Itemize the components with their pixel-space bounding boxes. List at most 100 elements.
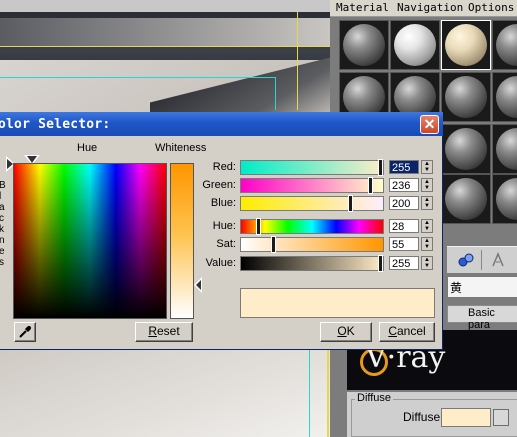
ok-accel: O [337, 324, 347, 338]
diffuse-map-button[interactable] [493, 409, 509, 426]
value-slider[interactable] [240, 255, 384, 272]
material-type-label: Basic para [468, 307, 495, 331]
value-label: Value: [205, 257, 236, 269]
material-slot[interactable] [492, 174, 517, 224]
hue-blackness-field[interactable] [13, 163, 167, 319]
hue-value-label: Hue: [212, 220, 236, 232]
blue-label: Blue: [210, 197, 236, 209]
viewport-guide-line [0, 77, 275, 78]
green-slider[interactable] [240, 177, 384, 194]
red-slider[interactable] [240, 159, 384, 176]
material-sphere [496, 128, 517, 170]
material-slot[interactable] [492, 20, 517, 70]
material-sphere [445, 76, 487, 118]
value-spinner[interactable]: ▲ ▼ [421, 256, 433, 270]
green-label: Green: [202, 179, 236, 191]
hue-slider[interactable] [240, 218, 384, 235]
material-name-field[interactable]: 黄 [447, 276, 517, 298]
material-editor-toolbar [447, 246, 517, 273]
red-spinner[interactable]: ▲ ▼ [421, 160, 433, 174]
reset-accel: R [148, 324, 157, 338]
sat-slider-knob[interactable] [271, 236, 276, 253]
sat-value-field[interactable]: 55 [389, 237, 419, 251]
diffuse-group-label: Diffuse [355, 392, 394, 404]
material-sphere [394, 24, 436, 66]
blackness-letter: n [0, 235, 5, 246]
blackness-letter: B [0, 180, 6, 191]
blackness-letter: c [0, 213, 4, 224]
viewport-frame-line [0, 46, 330, 47]
red-slider-knob[interactable] [378, 159, 383, 176]
green-value-field[interactable]: 236 [389, 178, 419, 192]
green-spinner[interactable]: ▲ ▼ [421, 178, 433, 192]
hue-spinner[interactable]: ▲ ▼ [421, 219, 433, 233]
eyedropper-button[interactable] [14, 322, 36, 342]
hue-label: Hue [77, 142, 98, 154]
sat-spinner[interactable]: ▲ ▼ [421, 237, 433, 251]
material-slot[interactable] [441, 124, 491, 174]
viewport-frame-line [297, 12, 298, 110]
material-sphere [496, 24, 517, 66]
close-button[interactable]: ✕ [420, 115, 439, 134]
viewport-frame-line [327, 350, 329, 437]
blackness-letter: s [0, 257, 4, 268]
material-sphere [445, 178, 487, 220]
material-sphere [445, 128, 487, 170]
cancel-accel: C [388, 324, 397, 338]
menu-navigation[interactable]: Navigation [397, 1, 463, 14]
red-value-field[interactable]: 255 [389, 160, 419, 174]
material-sphere [496, 76, 517, 118]
reset-label: eset [156, 324, 180, 338]
go-to-parent-icon[interactable] [489, 251, 507, 269]
blackness-gradient [14, 164, 166, 318]
value-slider-knob[interactable] [378, 255, 383, 272]
viewport-guide-line [275, 77, 276, 110]
blackness-letter: k [0, 224, 4, 235]
blue-spinner[interactable]: ▲ ▼ [421, 196, 433, 210]
hue-value-field[interactable]: 28 [389, 219, 419, 233]
menu-options[interactable]: Options [468, 1, 514, 14]
sat-label: Sat: [216, 238, 236, 250]
ok-label: K [346, 324, 355, 338]
material-slot[interactable] [492, 124, 517, 174]
sat-slider[interactable] [240, 236, 384, 253]
whiteness-label: Whiteness [155, 142, 207, 154]
blue-slider-knob[interactable] [348, 195, 353, 212]
blackness-letter: a [0, 202, 5, 213]
blue-value-field[interactable]: 200 [389, 196, 419, 210]
material-slot[interactable] [441, 174, 491, 224]
material-name-value: 黄 [450, 281, 463, 295]
close-icon: ✕ [423, 116, 436, 132]
diffuse-color-swatch[interactable] [441, 408, 491, 427]
eyedropper-icon [19, 326, 31, 338]
diffuse-label: Diffuse [403, 410, 441, 424]
material-sphere [343, 24, 385, 66]
material-sphere [496, 178, 517, 220]
material-slot[interactable] [339, 20, 389, 70]
material-type-button[interactable]: Basic para [447, 305, 517, 331]
green-slider-knob[interactable] [368, 177, 373, 194]
cancel-button[interactable]: Cancel [379, 322, 435, 342]
value-value-field[interactable]: 255 [389, 256, 419, 270]
assign-material-icon[interactable] [457, 252, 475, 268]
toolbar-divider [481, 250, 482, 270]
reset-button[interactable]: Reset [135, 322, 193, 342]
menu-material[interactable]: Material [336, 1, 389, 14]
hue-slider-knob[interactable] [256, 218, 261, 235]
dialog-title: olor Selector: [0, 117, 111, 132]
viewport-wall-band [0, 18, 330, 46]
blackness-letter: e [0, 246, 5, 257]
material-slot[interactable] [492, 72, 517, 122]
color-preview-swatch [240, 288, 435, 318]
ok-button[interactable]: OK [320, 322, 372, 342]
whiteness-marker-inner [196, 280, 201, 290]
material-slot[interactable] [390, 20, 440, 70]
blackness-letter: l [0, 191, 2, 202]
viewport-guide-line [309, 350, 310, 437]
material-slot[interactable] [441, 72, 491, 122]
blue-slider[interactable] [240, 195, 384, 212]
material-sphere [445, 24, 487, 66]
material-slot-active[interactable] [441, 20, 491, 70]
hue-marker-inner [27, 156, 37, 163]
material-editor-menubar: Material Navigation Options [330, 0, 517, 17]
